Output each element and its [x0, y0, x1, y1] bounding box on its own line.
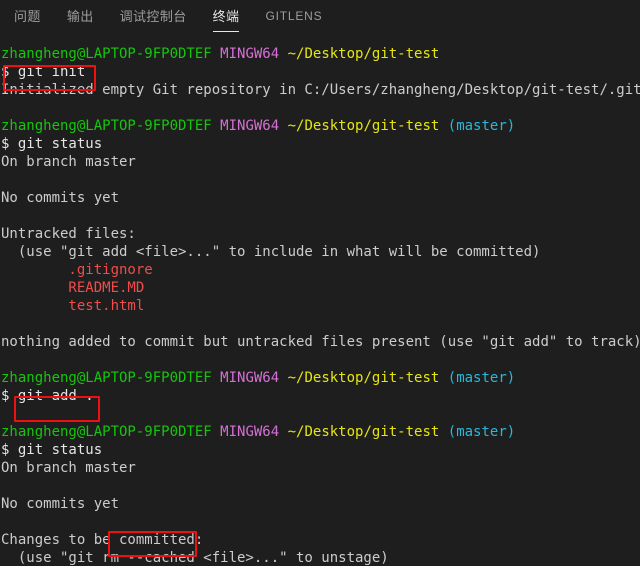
terminal-output[interactable]: zhangheng@LAPTOP-9FP0DTEF MINGW64 ~/Desk…: [0, 45, 640, 566]
terminal-text-segment: MINGW64: [220, 46, 280, 62]
terminal-line: (use "git rm --cached <file>..." to unst…: [0, 549, 640, 566]
terminal-text-segment: On branch master: [1, 460, 136, 476]
terminal-line: On branch master: [0, 459, 640, 477]
terminal-line: Untracked files:: [0, 225, 640, 243]
terminal-line: On branch master: [0, 153, 640, 171]
terminal-text-segment: Initialized empty Git repository in C:/U…: [1, 82, 640, 98]
terminal-line: .gitignore: [0, 261, 640, 279]
tab-debug-console-label: 调试控制台: [119, 9, 187, 24]
terminal-text-segment: .gitignore: [1, 262, 153, 278]
terminal-line: $ git status: [0, 135, 640, 153]
terminal-text-segment: zhangheng@LAPTOP-9FP0DTEF: [1, 424, 212, 440]
terminal-text-segment: (master): [447, 370, 516, 386]
tab-terminal[interactable]: 终端: [212, 0, 240, 32]
terminal-line: zhangheng@LAPTOP-9FP0DTEF MINGW64 ~/Desk…: [0, 117, 640, 135]
tab-output-label: 输出: [66, 9, 94, 24]
terminal-line: Initialized empty Git repository in C:/U…: [0, 81, 640, 99]
terminal-text-segment: ~/Desktop/git-test: [287, 424, 440, 440]
terminal-line: $ git init: [0, 63, 640, 81]
terminal-text-segment: Untracked files:: [1, 226, 136, 242]
terminal-line: (use "git add <file>..." to include in w…: [0, 243, 640, 261]
tab-gitlens-label: GITLENS: [265, 8, 323, 23]
terminal-text-segment: $ git add .: [1, 388, 94, 404]
terminal-line: $ git add .: [0, 387, 640, 405]
terminal-text-segment: $ git init: [1, 64, 86, 80]
tab-gitlens[interactable]: GITLENS: [265, 0, 322, 31]
tab-terminal-label: 终端: [212, 9, 240, 24]
vscode-panel: 问题 输出 调试控制台 终端 GITLENS zhangheng@LAPTOP-…: [0, 0, 640, 566]
terminal-text-segment: On branch master: [1, 154, 136, 170]
tab-problems[interactable]: 问题: [14, 0, 41, 31]
terminal-line: README.MD: [0, 279, 640, 297]
tab-debug-console[interactable]: 调试控制台: [120, 0, 187, 31]
terminal-text-segment: ~/Desktop/git-test: [287, 46, 440, 62]
tab-output[interactable]: 输出: [67, 0, 94, 31]
terminal-text-segment: (master): [447, 118, 516, 134]
terminal-line: zhangheng@LAPTOP-9FP0DTEF MINGW64 ~/Desk…: [0, 45, 640, 63]
terminal-line: No commits yet: [0, 495, 640, 513]
terminal-text-segment: $ git status: [1, 136, 103, 152]
terminal-line: zhangheng@LAPTOP-9FP0DTEF MINGW64 ~/Desk…: [0, 369, 640, 387]
terminal-text-segment: MINGW64: [220, 118, 280, 134]
terminal-text-segment: nothing added to commit but untracked fi…: [1, 334, 640, 350]
terminal-text-segment: zhangheng@LAPTOP-9FP0DTEF: [1, 46, 212, 62]
terminal-line: No commits yet: [0, 189, 640, 207]
terminal-line: test.html: [0, 297, 640, 315]
terminal-text-segment: zhangheng@LAPTOP-9FP0DTEF: [1, 370, 212, 386]
terminal-text-segment: MINGW64: [220, 424, 280, 440]
terminal-text-segment: No commits yet: [1, 496, 120, 512]
terminal-text-segment: (use "git rm --cached <file>..." to unst…: [1, 550, 389, 566]
terminal-text-segment: zhangheng@LAPTOP-9FP0DTEF: [1, 118, 212, 134]
terminal-text-segment: (master): [447, 424, 516, 440]
terminal-text-segment: ~/Desktop/git-test: [287, 118, 440, 134]
terminal-text-segment: test.html: [1, 298, 145, 314]
terminal-text-segment: ~/Desktop/git-test: [287, 370, 440, 386]
tab-problems-label: 问题: [14, 9, 41, 24]
terminal-line: $ git status: [0, 441, 640, 459]
terminal-text-segment: MINGW64: [220, 370, 280, 386]
terminal-text-segment: $ git status: [1, 442, 103, 458]
terminal-line: Changes to be committed:: [0, 531, 640, 549]
terminal-text-segment: (use "git add <file>..." to include in w…: [1, 244, 541, 260]
terminal-line: nothing added to commit but untracked fi…: [0, 333, 640, 351]
terminal-text-segment: No commits yet: [1, 190, 120, 206]
terminal-text-segment: README.MD: [1, 280, 145, 296]
terminal-text-segment: Changes to be committed:: [1, 532, 204, 548]
panel-tab-bar: 问题 输出 调试控制台 终端 GITLENS: [0, 0, 640, 35]
terminal-line: zhangheng@LAPTOP-9FP0DTEF MINGW64 ~/Desk…: [0, 423, 640, 441]
